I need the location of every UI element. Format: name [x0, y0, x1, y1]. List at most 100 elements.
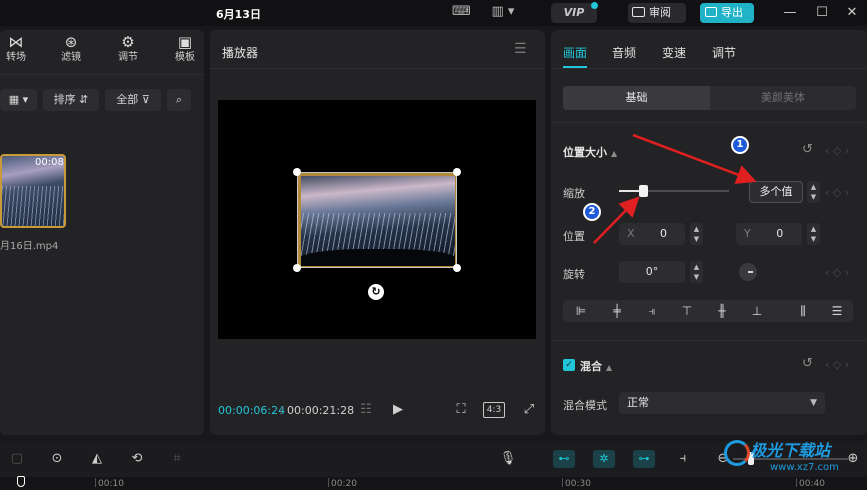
blend-mode-select[interactable]: 正常 ▼ — [619, 392, 825, 414]
tab-audio[interactable]: 音频 — [612, 44, 636, 61]
reset-icon[interactable]: ↺ — [802, 356, 813, 371]
filter-button[interactable]: 全部 ⊽ — [105, 89, 161, 111]
position-size-section[interactable]: 位置大小 ▲ — [563, 144, 617, 160]
auto-snap-icon[interactable]: ✲ — [593, 450, 615, 468]
review-label: 审阅 — [649, 6, 671, 19]
zoom-in-icon[interactable]: ⊕ — [843, 450, 863, 468]
menu-icon[interactable]: ☰ — [514, 41, 527, 57]
watermark-title: 极光下载站 — [750, 441, 831, 460]
tab-filters[interactable]: ⊛ 滤镜 — [51, 32, 91, 64]
align-center-horizontal-icon[interactable]: ╪ — [608, 303, 626, 319]
close-icon[interactable]: ✕ — [842, 4, 862, 22]
ruler-label: 00:10 — [98, 479, 124, 489]
grid-icon: ▦ ▾ — [8, 93, 29, 106]
rotate-knob[interactable] — [739, 263, 757, 281]
ruler-tick — [328, 478, 329, 487]
view-mode-button[interactable]: ▦ ▾ — [0, 89, 37, 111]
segment-basic[interactable]: 基础 — [563, 86, 710, 110]
split-icon[interactable]: ⫞ — [673, 450, 693, 468]
align-left-icon[interactable]: ⊫ — [572, 303, 590, 319]
notification-dot — [591, 2, 598, 9]
distribute-vertical-icon[interactable]: ☰ — [828, 303, 846, 319]
tab-adjust-label: 调节 — [118, 52, 138, 63]
current-timecode: 00:00:06:24 — [218, 404, 286, 417]
crop-icon[interactable]: ⌗ — [167, 450, 187, 468]
rotate-stepper[interactable]: ▲ ▼ — [690, 261, 703, 283]
tab-templates[interactable]: ▣ 模板 — [165, 32, 205, 64]
align-top-icon[interactable]: ⊤ — [678, 303, 696, 319]
filter-label: 全部 — [116, 93, 139, 106]
blend-checkbox[interactable]: ✓ — [563, 359, 575, 371]
adjust-icon: ⚙ — [121, 33, 135, 51]
minimize-icon[interactable]: — — [780, 4, 800, 22]
main-track-magnet-icon[interactable]: ⊷ — [553, 450, 575, 468]
x-axis-label: X — [627, 227, 635, 240]
playhead[interactable] — [17, 476, 25, 487]
project-title: 6月13日 — [216, 8, 261, 21]
blend-mode-label: 混合模式 — [563, 399, 607, 412]
rotate-field[interactable]: 0° — [619, 261, 685, 283]
scale-stepper[interactable]: ▲ ▼ — [807, 181, 820, 203]
align-center-vertical-icon[interactable]: ╫ — [713, 303, 731, 319]
distribute-horizontal-icon[interactable]: ⫼ — [794, 303, 812, 319]
blend-section[interactable]: 混合 ▲ — [580, 358, 612, 374]
resize-handle-top-left[interactable] — [293, 168, 301, 176]
ruler-tick — [562, 478, 563, 487]
total-timecode: 00:00:21:28 — [287, 404, 355, 417]
blend-mode-value: 正常 — [627, 396, 649, 409]
resize-handle-bottom-left[interactable] — [293, 264, 301, 272]
grid-view-icon[interactable]: ☷ — [355, 402, 377, 417]
scale-slider-thumb[interactable] — [639, 185, 648, 197]
y-axis-label: Y — [744, 227, 751, 240]
scale-value-field[interactable]: 多个值 — [749, 181, 803, 203]
linkage-icon[interactable]: ⊶ — [633, 450, 655, 468]
mirror-icon[interactable]: ◭ — [87, 450, 107, 468]
player-title: 播放器 — [222, 46, 259, 60]
y-stepper[interactable]: ▲ ▼ — [807, 223, 820, 245]
x-value: 0 — [660, 227, 668, 240]
tab-transitions[interactable]: ⋈ 转场 — [0, 32, 36, 64]
microphone-icon[interactable]: 🎙 — [498, 450, 518, 468]
review-button[interactable]: 审阅 — [628, 3, 686, 23]
fullscreen-icon[interactable]: ⤢ — [520, 402, 538, 417]
align-right-icon[interactable]: ⫣ — [643, 303, 661, 319]
tab-picture[interactable]: 画面 — [563, 44, 587, 61]
tab-speed[interactable]: 变速 — [662, 44, 686, 61]
shortcut-icon[interactable]: ⌨ — [452, 4, 471, 20]
select-tool-icon[interactable]: ▢ — [7, 450, 27, 468]
ruler-label: 00:30 — [565, 479, 591, 489]
export-button[interactable]: 导出 — [700, 3, 754, 23]
position-y-field[interactable]: Y 0 — [736, 223, 802, 245]
align-bottom-icon[interactable]: ⊥ — [748, 303, 766, 319]
position-x-field[interactable]: X 0 — [619, 223, 685, 245]
divider — [210, 68, 545, 69]
x-stepper[interactable]: ▲ ▼ — [690, 223, 703, 245]
reset-icon[interactable]: ↺ — [802, 142, 813, 157]
search-button[interactable]: ⌕ — [167, 89, 191, 111]
sort-label: 排序 — [53, 93, 76, 106]
clip-name: 月16日.mp4 — [0, 241, 59, 252]
resize-handle-top-right[interactable] — [453, 168, 461, 176]
rotate-handle-icon[interactable]: ↻ — [368, 284, 384, 300]
aspect-ratio-button[interactable]: 4:3 — [483, 402, 505, 418]
resize-handle-bottom-right[interactable] — [453, 264, 461, 272]
timeline-ruler[interactable] — [0, 477, 867, 490]
layout-icon[interactable]: ▥ ▾ — [488, 4, 518, 20]
annotation-badge-2: 2 — [583, 203, 601, 221]
fit-screen-icon[interactable]: ⛶ — [452, 402, 470, 417]
tab-adjustment[interactable]: 调节 — [712, 44, 736, 61]
tab-adjust[interactable]: ⚙ 调节 — [108, 32, 148, 64]
video-frame[interactable] — [297, 172, 457, 268]
freeze-frame-icon[interactable]: ⊙ — [47, 450, 67, 468]
rotate-icon[interactable]: ⟲ — [127, 450, 147, 468]
sort-icon: ⇵ — [79, 93, 89, 106]
segment-beauty[interactable]: 美颜美体 — [710, 86, 856, 110]
sort-button[interactable]: 排序 ⇵ — [43, 89, 99, 111]
position-size-title: 位置大小 — [563, 146, 607, 159]
divider — [551, 340, 867, 341]
play-icon[interactable]: ▶ — [390, 402, 406, 417]
divider — [551, 122, 867, 123]
maximize-icon[interactable]: ☐ — [812, 4, 832, 22]
watermark-url: www.xz7.com — [770, 462, 839, 473]
keyframe-nav-icon: ‹ ◇ › — [825, 144, 850, 157]
